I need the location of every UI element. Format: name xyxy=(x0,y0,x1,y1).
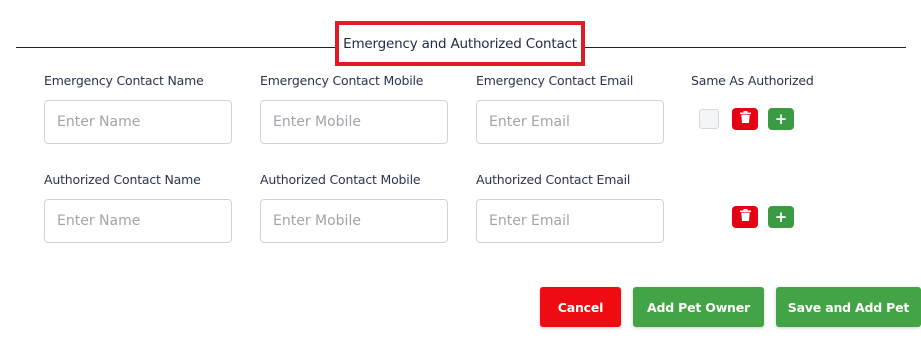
contact-form-section: Emergency and Authorized Contact Emergen… xyxy=(0,0,921,341)
save-and-add-pet-button[interactable]: Save and Add Pet xyxy=(776,287,921,327)
plus-icon: + xyxy=(774,109,788,128)
authorized-delete-button[interactable] xyxy=(732,206,758,228)
emergency-name-label: Emergency Contact Name xyxy=(44,73,204,88)
trash-icon xyxy=(739,110,751,128)
emergency-mobile-label: Emergency Contact Mobile xyxy=(260,73,424,88)
emergency-email-label: Emergency Contact Email xyxy=(476,73,634,88)
section-title-highlight: Emergency and Authorized Contact xyxy=(335,21,585,66)
trash-icon xyxy=(739,208,751,226)
authorized-name-input[interactable] xyxy=(44,199,232,243)
same-as-authorized-checkbox[interactable] xyxy=(699,109,719,129)
authorized-mobile-input[interactable] xyxy=(260,199,448,243)
authorized-email-label: Authorized Contact Email xyxy=(476,172,631,187)
emergency-mobile-input[interactable] xyxy=(260,100,448,144)
plus-icon: + xyxy=(774,207,788,226)
same-as-authorized-label: Same As Authorized xyxy=(691,73,814,88)
emergency-email-input[interactable] xyxy=(476,100,664,144)
add-pet-owner-button[interactable]: Add Pet Owner xyxy=(633,287,764,327)
authorized-name-label: Authorized Contact Name xyxy=(44,172,201,187)
emergency-name-input[interactable] xyxy=(44,100,232,144)
section-title: Emergency and Authorized Contact xyxy=(343,35,577,52)
authorized-mobile-label: Authorized Contact Mobile xyxy=(260,172,421,187)
cancel-button[interactable]: Cancel xyxy=(540,287,621,327)
authorized-email-input[interactable] xyxy=(476,199,664,243)
emergency-delete-button[interactable] xyxy=(732,108,758,130)
emergency-add-button[interactable]: + xyxy=(768,108,794,130)
authorized-add-button[interactable]: + xyxy=(768,206,794,228)
